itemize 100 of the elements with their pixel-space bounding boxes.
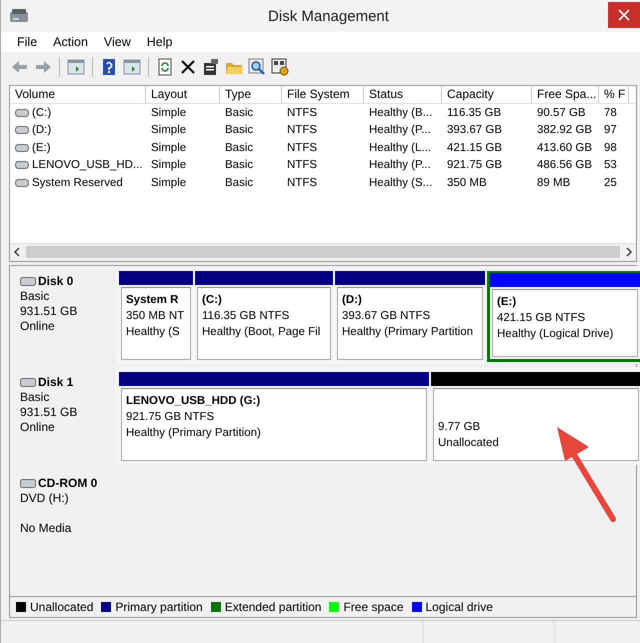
table-cell: (E:) [32, 142, 51, 154]
column-header[interactable]: Capacity [442, 86, 532, 103]
disk-label-panel[interactable]: CD-ROM 0 DVD (H:) No Media [10, 468, 115, 566]
table-cell: 98 [604, 142, 617, 154]
partition-box[interactable]: (D:) 393.67 GB NTFS Healthy (Primary Partition [337, 287, 483, 360]
partition-name: (C:) [202, 293, 223, 308]
drive-icon [15, 178, 29, 187]
disk-name: Disk 1 [38, 375, 74, 390]
disk-status: No Media [20, 521, 72, 536]
partition-status: Healthy (Primary Partition [342, 325, 474, 340]
table-cell: 53 [604, 159, 617, 172]
partition-status: Healthy (S [126, 325, 181, 340]
table-cell: (D:) [32, 124, 52, 136]
disk-name: CD-ROM 0 [38, 476, 98, 491]
disk-status: Online [20, 420, 56, 435]
disk-drive-icon [9, 8, 29, 24]
menu-item[interactable]: Help [138, 35, 180, 49]
table-cell: Simple [151, 176, 186, 189]
partition-box[interactable]: (C:) 116.35 GB NTFS Healthy (Boot, Page Fil [197, 287, 331, 360]
delete-icon[interactable] [179, 58, 197, 76]
table-cell: Basic [225, 124, 254, 136]
pane-icon[interactable] [123, 58, 141, 76]
drive-icon [15, 144, 29, 152]
partition-size: 9.77 GB [438, 420, 482, 435]
partition-name: LENOVO_USB_HDD (G:) [126, 394, 262, 409]
pane-icon[interactable] [67, 58, 85, 76]
partition-box[interactable]: (E:) 421.15 GB NTFS Healthy (Logical Drive) [492, 289, 638, 357]
column-header[interactable]: Layout [146, 86, 220, 103]
table-cell: Healthy (P... [369, 159, 431, 172]
table-cell: 116.35 GB [447, 106, 502, 119]
disk-label-panel[interactable]: Disk 0 Basic 931.51 GB Online [10, 266, 115, 364]
table-cell: NTFS [287, 142, 318, 154]
properties-icon[interactable] [202, 58, 220, 76]
table-cell: 393.67 GB [447, 124, 502, 136]
table-cell: Simple [151, 159, 186, 172]
column-header[interactable]: Volume [10, 86, 146, 103]
legend-label: Primary partition [115, 600, 203, 614]
disk-status: Online [20, 319, 56, 334]
table-cell: 78 [604, 106, 617, 119]
table-cell: Simple [151, 124, 186, 136]
drive-icon [15, 126, 29, 134]
partition-name: System R [126, 293, 180, 308]
partition-name: (D:) [342, 293, 363, 308]
menu-item[interactable]: File [9, 35, 46, 49]
window-title: Disk Management [267, 8, 390, 24]
legend-label: Free space [343, 600, 404, 614]
table-cell: 921.75 GB [447, 159, 502, 172]
table-cell: 350 MB [447, 176, 487, 189]
disk-type: Basic [20, 289, 50, 304]
table-cell: NTFS [287, 106, 318, 119]
column-header[interactable]: Free Spa... [532, 86, 599, 103]
partition-status: Healthy (Primary Partition) [126, 426, 262, 441]
table-cell: Basic [225, 142, 254, 154]
partition-status: Healthy (Boot, Page Fil [202, 325, 322, 340]
drive-icon [15, 108, 29, 117]
disk-type: DVD (H:) [20, 491, 70, 506]
table-cell: 382.92 GB [537, 124, 592, 136]
table-cell: System Reserved [32, 176, 123, 189]
table-cell: Basic [225, 106, 254, 119]
close-icon[interactable] [608, 2, 640, 28]
table-cell: 97 [604, 124, 617, 136]
table-cell: Simple [151, 106, 186, 119]
menu-item[interactable]: Action [45, 35, 96, 49]
partition-status: Unallocated [438, 436, 500, 451]
partition-status: Healthy (Logical Drive) [497, 327, 614, 342]
disk-label-panel[interactable]: Disk 1 Basic 931.51 GB Online [10, 367, 115, 465]
table-cell: (C:) [32, 106, 52, 119]
refresh-icon[interactable] [156, 58, 174, 76]
table-cell: 25 [604, 176, 617, 189]
partition-size: 116.35 GB NTFS [202, 309, 290, 324]
legend-label: Logical drive [426, 600, 493, 614]
table-cell: Simple [151, 142, 186, 154]
table-cell: 486.56 GB [537, 159, 592, 172]
column-header[interactable]: Type [220, 86, 282, 103]
partition-box[interactable]: System R 350 MB NT Healthy (S [121, 287, 191, 360]
disk-name: Disk 0 [38, 274, 74, 289]
table-cell: Basic [225, 159, 254, 172]
table-cell: Basic [225, 176, 254, 189]
partition-size: 393.67 GB NTFS [342, 309, 432, 324]
table-cell: Healthy (P... [369, 124, 431, 136]
partition-box[interactable]: LENOVO_USB_HDD (G:) 921.75 GB NTFS Healthy (Primary Partition) [121, 388, 427, 461]
table-cell: NTFS [287, 176, 318, 189]
disk-size: 931.51 GB [20, 304, 78, 319]
partition-box[interactable]: 9.77 GB Unallocated [433, 388, 639, 461]
disk-type: Basic [20, 390, 50, 405]
scrollbar-thumb[interactable] [26, 246, 620, 258]
table-cell: NTFS [287, 124, 318, 136]
table-cell: LENOVO_USB_HD... [32, 159, 143, 172]
table-cell: Healthy (B... [369, 106, 432, 119]
column-header[interactable]: File System [282, 86, 364, 103]
partition-size: 350 MB NT [126, 309, 186, 324]
column-header[interactable]: Status [364, 86, 442, 103]
settings-icon[interactable] [271, 58, 289, 76]
magnifier-icon[interactable] [248, 58, 266, 76]
drive-icon [20, 378, 36, 387]
column-header[interactable]: % F [599, 86, 629, 103]
menu-item[interactable]: View [96, 35, 139, 49]
drive-icon [20, 479, 36, 488]
help-icon[interactable] [100, 58, 118, 76]
table-cell: 90.57 GB [537, 106, 586, 119]
